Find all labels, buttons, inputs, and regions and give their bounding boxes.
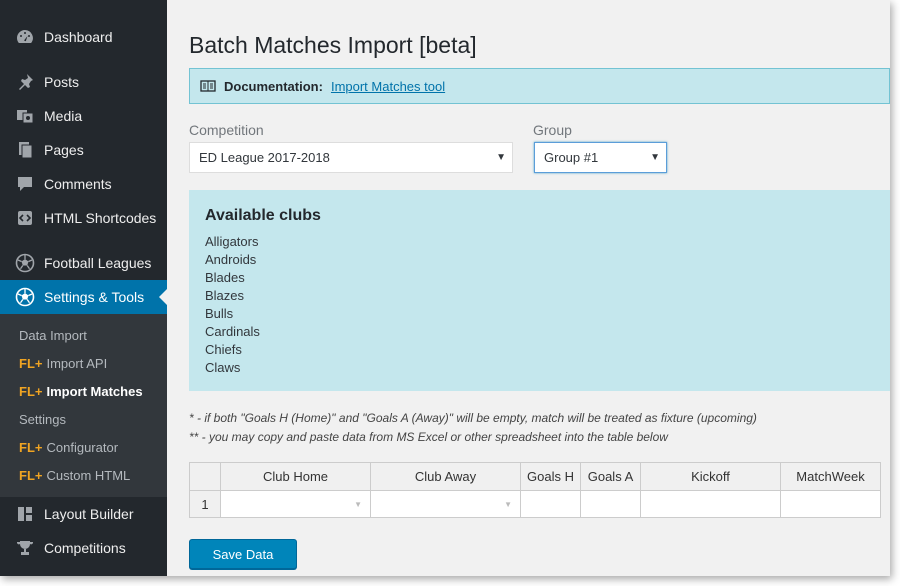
sidebar-item-label: Layout Builder [44, 506, 134, 522]
pin-icon [14, 72, 36, 92]
column-header: Goals A [580, 462, 641, 491]
sidebar-item-label: Media [44, 108, 83, 124]
fl-prefix: FL+ [19, 356, 43, 371]
club-item: Blades [205, 270, 245, 285]
documentation-label: Documentation: [224, 78, 323, 94]
sidebar-item-label: HTML Shortcodes [44, 210, 157, 226]
page-title: Batch Matches Import [beta] [189, 32, 477, 58]
club-away-cell[interactable]: ▼ [370, 490, 521, 518]
column-header: Goals H [520, 462, 581, 491]
browser-frame: Dashboard Posts Media Pages Comments HTM… [0, 0, 890, 576]
group-value: Group #1 [544, 150, 599, 165]
dashboard-icon [14, 27, 36, 47]
goals-home-cell[interactable] [520, 490, 581, 518]
sidebar-item-dashboard[interactable]: Dashboard [0, 20, 167, 54]
sidebar-item-label: Football Leagues [44, 255, 152, 271]
sidebar-item-posts[interactable]: Posts [0, 65, 167, 99]
submenu-import-api[interactable]: FL+ Import API [19, 356, 107, 371]
sidebar-item-label: Posts [44, 74, 80, 90]
fixture-note: * - if both "Goals H (Home)" and "Goals … [189, 411, 757, 425]
chevron-down-icon[interactable]: ▼ [354, 500, 362, 509]
chevron-down-icon: ▼ [496, 152, 506, 163]
submenu-configurator[interactable]: FL+ Configurator [19, 440, 118, 455]
available-clubs-panel: Available clubs Alligators Androids Blad… [189, 190, 890, 391]
submenu-label: Import Matches [46, 384, 143, 399]
sidebar-item-label: Competitions [44, 540, 126, 556]
competition-label: Competition [189, 122, 264, 138]
sidebar-item-media[interactable]: Media [0, 99, 167, 133]
football-icon [14, 253, 36, 273]
sidebar-item-football-leagues[interactable]: Football Leagues [0, 246, 167, 280]
submenu-label: Import API [46, 356, 108, 371]
row-number: 1 [189, 490, 221, 518]
submenu-data-import[interactable]: Data Import [19, 328, 87, 343]
paste-note: ** - you may copy and paste data from MS… [189, 430, 668, 444]
sidebar-item-label: Comments [44, 176, 112, 192]
sidebar-item-html-shortcodes[interactable]: HTML Shortcodes [0, 201, 167, 235]
football-icon [14, 287, 36, 307]
club-item: Bulls [205, 306, 234, 321]
matchweek-cell[interactable] [780, 490, 881, 518]
club-item: Cardinals [205, 324, 260, 339]
competition-select[interactable]: ED League 2017-2018 ▼ [189, 142, 513, 173]
club-item: Chiefs [205, 342, 242, 357]
book-icon [200, 79, 216, 93]
table-header-row: Club Home Club Away Goals H Goals A Kick… [189, 462, 881, 491]
pages-icon [14, 140, 36, 160]
sidebar-item-label: Pages [44, 142, 84, 158]
clubs-title: Available clubs [205, 207, 321, 224]
club-item: Androids [205, 252, 257, 267]
clubs-list: Alligators Androids Blades Blazes Bulls … [205, 233, 260, 377]
chevron-down-icon: ▼ [650, 152, 660, 163]
club-item: Blazes [205, 288, 245, 303]
competition-value: ED League 2017-2018 [199, 150, 330, 165]
submenu-label: Settings [19, 412, 66, 427]
sidebar-item-label: Dashboard [44, 29, 113, 45]
column-header: MatchWeek [780, 462, 881, 491]
chevron-down-icon[interactable]: ▼ [504, 500, 512, 509]
media-icon [14, 106, 36, 126]
sidebar-item-label: Settings & Tools [44, 289, 145, 305]
column-header: Club Away [370, 462, 521, 491]
group-select[interactable]: Group #1 ▼ [534, 142, 667, 173]
table-row: 1 ▼ ▼ [189, 490, 881, 518]
column-header: Club Home [220, 462, 371, 491]
save-data-button[interactable]: Save Data [189, 539, 297, 569]
admin-sidebar: Dashboard Posts Media Pages Comments HTM… [0, 0, 167, 576]
documentation-notice: Documentation: Import Matches tool [189, 68, 890, 104]
submenu-custom-html[interactable]: FL+ Custom HTML [19, 468, 130, 483]
main-content: Batch Matches Import [beta] Documentatio… [167, 0, 890, 576]
submenu-import-matches[interactable]: FL+ Import Matches [19, 384, 143, 399]
row-number-header [189, 462, 221, 491]
comment-icon [14, 174, 36, 194]
settings-submenu: Data Import FL+ Import API FL+ Import Matc… [0, 314, 167, 497]
layout-icon [14, 504, 36, 524]
submenu-label: Configurator [46, 440, 119, 455]
fl-prefix: FL+ [19, 468, 43, 483]
sidebar-item-comments[interactable]: Comments [0, 167, 167, 201]
fl-prefix: FL+ [19, 440, 43, 455]
sidebar-item-settings-tools[interactable]: Settings & Tools [0, 280, 167, 314]
kickoff-cell[interactable] [640, 490, 781, 518]
club-item: Claws [205, 360, 241, 375]
trophy-icon [14, 538, 36, 558]
group-label: Group [533, 122, 572, 138]
sidebar-item-layout-builder[interactable]: Layout Builder [0, 497, 167, 531]
documentation-link[interactable]: Import Matches tool [331, 79, 445, 94]
submenu-settings[interactable]: Settings [19, 412, 66, 427]
sidebar-item-pages[interactable]: Pages [0, 133, 167, 167]
fl-prefix: FL+ [19, 384, 43, 399]
club-home-cell[interactable]: ▼ [220, 490, 371, 518]
submenu-label: Data Import [19, 328, 87, 343]
goals-away-cell[interactable] [580, 490, 641, 518]
club-item: Alligators [205, 234, 259, 249]
column-header: Kickoff [640, 462, 781, 491]
sidebar-item-competitions[interactable]: Competitions [0, 531, 167, 565]
matches-table: Club Home Club Away Goals H Goals A Kick… [189, 462, 881, 518]
code-icon [14, 208, 36, 228]
submenu-label: Custom HTML [46, 468, 131, 483]
